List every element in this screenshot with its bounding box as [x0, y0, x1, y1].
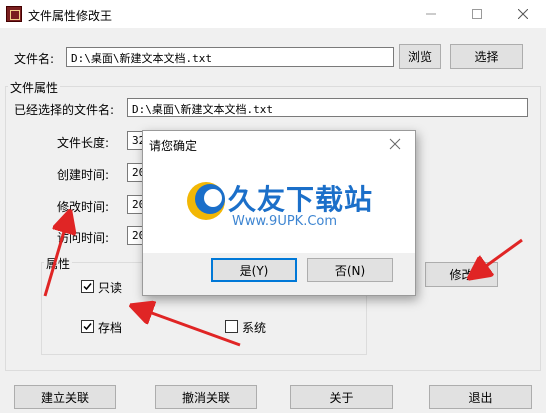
annotation-arrows	[43, 0, 523, 347]
arrow-to-archive	[138, 308, 241, 347]
arrow-to-modified-time	[43, 218, 68, 297]
arrow-to-modify-button	[475, 238, 523, 274]
